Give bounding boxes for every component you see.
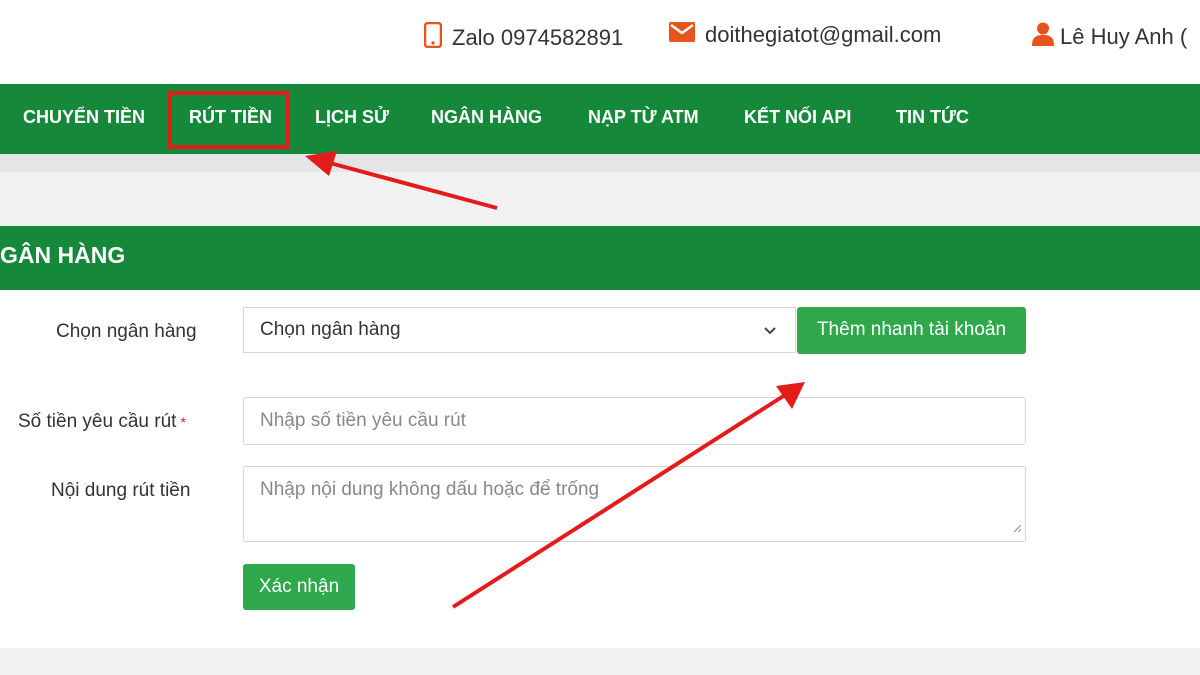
user-account[interactable]: Lê Huy Anh ( (1032, 22, 1187, 52)
panel-header: GÂN HÀNG (0, 226, 1200, 290)
panel-title: GÂN HÀNG (0, 242, 126, 268)
nav-item-lich-su[interactable]: LỊCH SỬ (315, 84, 389, 154)
resize-handle-icon[interactable] (1012, 520, 1022, 538)
bank-select[interactable]: Chọn ngân hàng (243, 307, 796, 353)
confirm-button[interactable]: Xác nhận (243, 564, 355, 610)
nav-item-nap-tu-atm[interactable]: NẠP TỪ ATM (588, 84, 699, 154)
user-icon (1032, 22, 1054, 52)
amount-placeholder: Nhập số tiền yêu cầu rút (260, 410, 466, 431)
bank-select-label: Chọn ngân hàng (56, 321, 197, 342)
amount-label-text: Số tiền yêu cầu rút (18, 411, 177, 432)
required-mark: * (180, 414, 186, 430)
phone-contact[interactable]: Zalo 0974582891 (423, 21, 624, 54)
content-label: Nội dung rút tiền (51, 480, 191, 501)
amount-label: Số tiền yêu cầu rút * (18, 411, 186, 433)
nav-item-chuyen-tien[interactable]: CHUYỂN TIỀN (23, 84, 145, 154)
phone-icon (423, 21, 443, 54)
email-icon (669, 22, 695, 48)
phone-text: Zalo 0974582891 (452, 25, 624, 50)
email-contact[interactable]: doithegiatot@gmail.com (669, 22, 941, 48)
quick-add-account-button[interactable]: Thêm nhanh tài khoản (797, 307, 1026, 354)
nav-item-tin-tuc[interactable]: TIN TỨC (896, 84, 969, 154)
bank-select-value: Chọn ngân hàng (260, 319, 401, 340)
withdraw-panel: GÂN HÀNG Chọn ngân hàng Chọn ngân hàng T… (0, 226, 1200, 648)
amount-input[interactable]: Nhập số tiền yêu cầu rút (243, 397, 1026, 445)
nav-item-ngan-hang[interactable]: NGÂN HÀNG (431, 84, 542, 154)
top-contact-bar: Zalo 0974582891 doithegiatot@gmail.com L… (0, 0, 1200, 84)
annotation-highlight-box (168, 91, 290, 149)
content-divider (0, 154, 1200, 172)
content-textarea[interactable]: Nhập nội dung không dấu hoặc để trống (243, 466, 1026, 542)
content-placeholder: Nhập nội dung không dấu hoặc để trống (260, 479, 600, 500)
user-name: Lê Huy Anh ( (1060, 24, 1188, 49)
chevron-down-icon (763, 323, 777, 341)
nav-item-ket-noi-api[interactable]: KẾT NỐI API (744, 84, 851, 154)
email-text: doithegiatot@gmail.com (705, 22, 942, 47)
